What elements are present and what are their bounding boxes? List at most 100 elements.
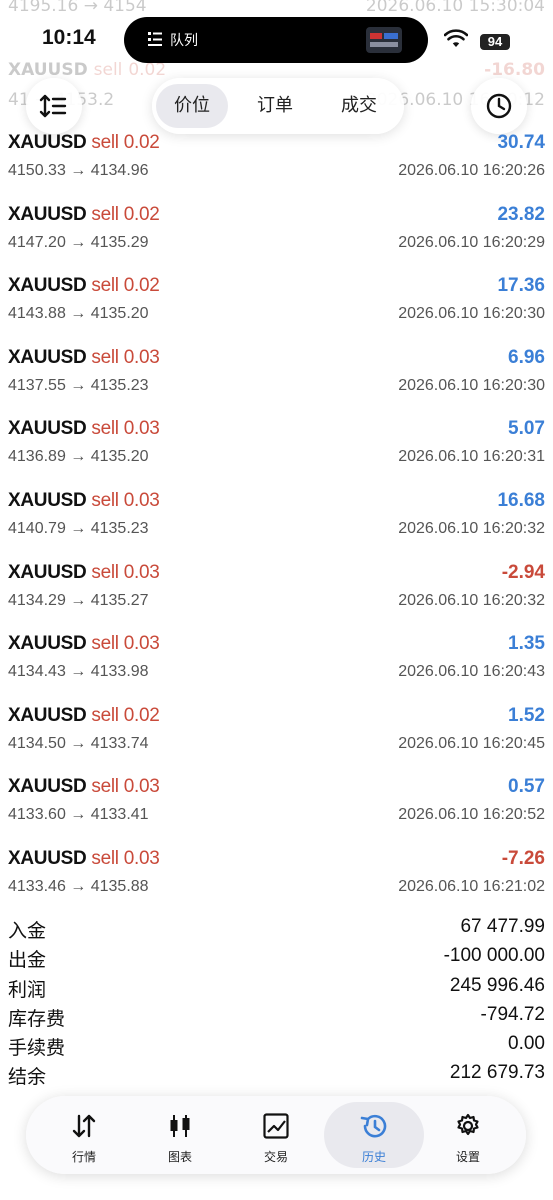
deal-row[interactable]: XAUUSD sell 0.03 16.68 4140.79 → 4135.23 20… xyxy=(0,486,553,558)
bottom-nav: 行情 图表 交易 历史 设置 xyxy=(26,1096,526,1174)
deal-time: 2026.06.10 16:20:32 xyxy=(398,519,545,537)
deal-profit: 5.07 xyxy=(508,418,545,440)
deal-side: sell xyxy=(91,203,119,225)
deal-title: XAUUSD sell 0.03 xyxy=(8,418,160,440)
sort-button[interactable] xyxy=(26,78,82,134)
nav-label: 历史 xyxy=(361,1150,386,1164)
deal-row[interactable]: XAUUSD sell 0.02 30.74 4150.33 → 4134.96 20… xyxy=(0,128,553,200)
deal-profit: 16.68 xyxy=(497,489,545,511)
tab-orders[interactable]: 订单 xyxy=(240,84,310,128)
deal-volume: 0.03 xyxy=(123,346,160,368)
deal-symbol: XAUUSD xyxy=(8,418,87,440)
deal-title: XAUUSD sell 0.02 xyxy=(8,204,160,226)
deal-time: 2026.06.10 16:20:30 xyxy=(398,305,545,323)
deal-prices: 4134.29 → 4135.27 xyxy=(8,591,149,609)
deal-prices: 4150.33 → 4134.96 xyxy=(8,162,149,179)
deal-symbol: XAUUSD xyxy=(8,847,87,869)
deal-prices: 4134.50 → 4133.74 xyxy=(8,734,149,752)
deal-prices: 4137.55 → 4135.23 xyxy=(8,376,149,394)
deal-row[interactable]: XAUUSD sell 0.03 5.07 4136.89 → 4135.20 202… xyxy=(0,414,553,486)
clock: 10:14 xyxy=(42,26,96,49)
media-artwork-icon xyxy=(366,27,402,53)
nav-label: 设置 xyxy=(455,1150,480,1164)
period-button[interactable] xyxy=(471,78,527,134)
gear-icon xyxy=(457,1113,479,1136)
deal-side: sell xyxy=(91,561,119,583)
queue-list-icon xyxy=(148,32,162,46)
summary-label: 出金 xyxy=(8,949,47,972)
summary-row: 利润 245 996.46 xyxy=(0,973,553,1002)
deal-volume: 0.03 xyxy=(123,489,160,511)
summary-value: -100 000.00 xyxy=(443,945,545,967)
dynamic-island[interactable]: 队列 xyxy=(124,17,428,63)
deal-symbol: XAUUSD xyxy=(8,132,87,153)
wifi-icon xyxy=(444,29,468,47)
nav-quotes[interactable]: 行情 xyxy=(36,1102,132,1168)
deal-row[interactable]: XAUUSD sell 0.03 -7.26 4133.46 → 4135.88 20… xyxy=(0,844,553,916)
summary-value: 212 679.73 xyxy=(449,1062,545,1084)
deal-row[interactable]: XAUUSD sell 0.02 17.36 4143.88 → 4135.20 20… xyxy=(0,271,553,343)
deal-prices: 4133.60 → 4133.41 xyxy=(8,806,149,824)
deal-title: XAUUSD sell 0.03 xyxy=(8,490,160,512)
deal-time: 2026.06.10 16:20:30 xyxy=(398,376,545,394)
deal-side: sell xyxy=(91,489,119,511)
deal-volume: 0.03 xyxy=(123,847,160,869)
deal-row[interactable]: XAUUSD sell 0.03 1.35 4134.43 → 4133.98 202… xyxy=(0,629,553,701)
deal-profit: 0.57 xyxy=(508,776,545,798)
deal-time: 2026.06.10 16:20:29 xyxy=(398,233,545,251)
deal-row[interactable]: XAUUSD sell 0.03 -2.94 4134.29 → 4135.27 20… xyxy=(0,558,553,630)
nav-charts[interactable]: 图表 xyxy=(132,1102,228,1168)
deal-symbol: XAUUSD xyxy=(8,776,87,798)
tab-deals[interactable]: 成交 xyxy=(324,84,394,128)
deal-symbol: XAUUSD xyxy=(8,704,87,726)
summary-label: 手续费 xyxy=(8,1037,66,1060)
trend-chart-icon xyxy=(263,1113,289,1139)
deal-volume: 0.03 xyxy=(123,633,160,655)
deal-side: sell xyxy=(91,275,119,297)
summary-value: 245 996.46 xyxy=(449,974,545,996)
deal-row[interactable]: XAUUSD sell 0.02 1.52 4134.50 → 4133.74 202… xyxy=(0,701,553,773)
account-summary: 入金 67 477.99 出金 -100 000.00 利润 245 996.46 库存费 -… xyxy=(0,914,553,1090)
deal-time: 2026.06.10 16:20:32 xyxy=(398,591,545,609)
summary-value: 0.00 xyxy=(508,1033,545,1055)
deal-volume: 0.03 xyxy=(123,776,160,798)
deal-prices: 4143.88 → 4135.20 xyxy=(8,305,149,323)
deal-volume: 0.02 xyxy=(123,704,160,726)
deal-title: XAUUSD sell 0.03 xyxy=(8,562,160,584)
summary-value: -794.72 xyxy=(480,1003,545,1025)
nav-label: 图表 xyxy=(167,1150,192,1164)
nav-trade[interactable]: 交易 xyxy=(228,1102,324,1168)
home-indicator-area xyxy=(0,1180,553,1200)
sort-icon xyxy=(39,94,67,118)
deal-profit: 6.96 xyxy=(508,346,545,368)
deal-profit: 1.52 xyxy=(508,704,545,726)
nav-settings[interactable]: 设置 xyxy=(420,1102,516,1168)
deal-prices: 4140.79 → 4135.23 xyxy=(8,519,149,537)
summary-row: 库存费 -794.72 xyxy=(0,1002,553,1031)
clock-icon xyxy=(486,93,512,119)
candlestick-icon xyxy=(170,1115,190,1137)
deal-profit: 1.35 xyxy=(508,633,545,655)
history-tabs: 价位 订单 成交 xyxy=(152,78,404,134)
deal-row[interactable]: XAUUSD sell 0.03 0.57 4133.60 → 4133.41 202… xyxy=(0,772,553,844)
deal-row[interactable]: XAUUSD sell 0.03 6.96 4137.55 → 4135.23 202… xyxy=(0,343,553,415)
history-clock-icon xyxy=(360,1114,387,1138)
summary-label: 库存费 xyxy=(8,1007,66,1030)
island-label: 队列 xyxy=(170,33,198,49)
deal-volume: 0.03 xyxy=(123,418,160,440)
summary-value: 67 477.99 xyxy=(460,916,545,937)
tab-positions[interactable]: 价位 xyxy=(156,84,228,128)
nav-label: 交易 xyxy=(263,1150,288,1164)
summary-label: 利润 xyxy=(8,978,47,1001)
deal-time: 2026.06.10 16:20:52 xyxy=(398,806,545,824)
deal-side: sell xyxy=(91,633,119,655)
deal-side: sell xyxy=(91,847,119,869)
deal-symbol: XAUUSD xyxy=(8,561,87,583)
deal-title: XAUUSD sell 0.03 xyxy=(8,848,160,870)
nav-history[interactable]: 历史 xyxy=(324,1102,424,1168)
deal-side: sell xyxy=(91,132,119,153)
deal-profit: -2.94 xyxy=(501,561,545,583)
summary-row: 结余 212 679.73 xyxy=(0,1060,553,1089)
deal-prices: 4147.20 → 4135.29 xyxy=(8,233,149,251)
deal-row[interactable]: XAUUSD sell 0.02 23.82 4147.20 → 4135.29 20… xyxy=(0,200,553,272)
